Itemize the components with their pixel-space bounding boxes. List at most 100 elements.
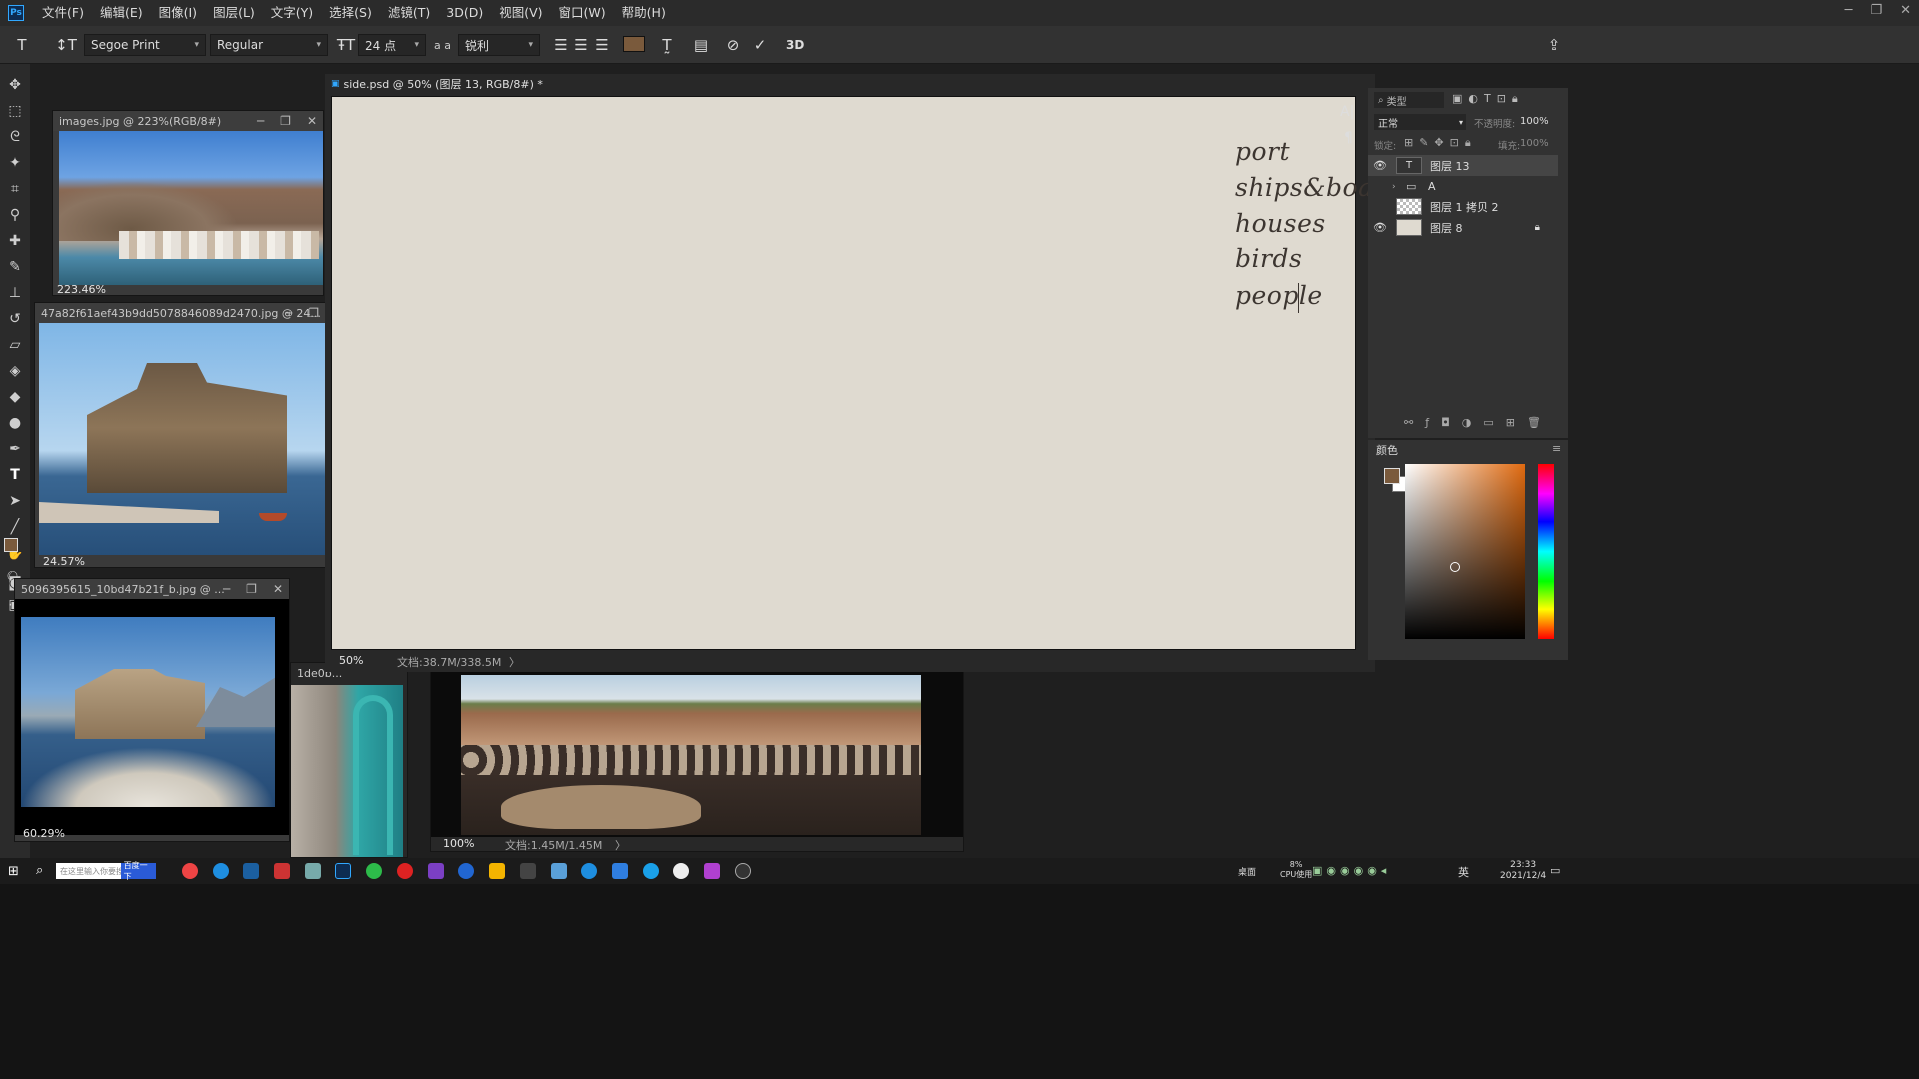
menu-view[interactable]: 视图(V)	[491, 0, 550, 26]
align-right-icon[interactable]: ☰	[592, 35, 612, 55]
font-size-select[interactable]: 24 点 ▾	[358, 34, 426, 56]
restore-icon[interactable]: ❐	[246, 579, 257, 599]
obs-icon[interactable]	[735, 863, 751, 879]
app-icon[interactable]	[704, 863, 720, 879]
foreground-color-swatch[interactable]	[4, 538, 18, 552]
desktop-label[interactable]: 桌面	[1238, 865, 1256, 878]
blur-tool-icon[interactable]: ◆	[0, 384, 30, 410]
color-picker-handle[interactable]	[1450, 562, 1460, 572]
qq-icon[interactable]	[643, 863, 659, 879]
canvas[interactable]: port ships&boats houses birds people	[331, 96, 1397, 650]
character-panel-icon[interactable]: ▤	[691, 35, 711, 55]
canvas-word-port[interactable]: port	[1235, 137, 1290, 166]
close-icon[interactable]: ✕	[307, 111, 317, 131]
lock-icons[interactable]: ⊞✎✥⊡🔒︎	[1404, 136, 1477, 150]
align-center-icon[interactable]: ☰	[571, 35, 591, 55]
foreground-color-swatch[interactable]	[1384, 468, 1400, 484]
minimize-icon[interactable]: ─	[257, 111, 264, 131]
search-input[interactable]: 在这里输入你要搜索的内容 百度一下	[56, 861, 156, 881]
menu-type[interactable]: 文字(Y)	[263, 0, 321, 26]
commit-edits-icon[interactable]: ✓	[750, 35, 770, 55]
edge-icon[interactable]	[213, 863, 229, 879]
move-tool-icon[interactable]: ✥	[0, 72, 30, 98]
menu-layer[interactable]: 图层(L)	[205, 0, 263, 26]
hue-slider[interactable]	[1538, 464, 1554, 639]
start-icon[interactable]: ⊞	[8, 864, 19, 879]
netease-music-icon[interactable]	[397, 863, 413, 879]
layer-row[interactable]: › ▭ A	[1368, 176, 1558, 197]
pen-tool-icon[interactable]: ✒	[0, 436, 30, 462]
eyedropper-tool-icon[interactable]: ⚲	[0, 202, 30, 228]
doc-info-chevron-icon[interactable]: 〉	[509, 654, 520, 670]
app-icon[interactable]	[305, 863, 321, 879]
app-icon[interactable]	[274, 863, 290, 879]
canvas-word-people[interactable]: people	[1235, 281, 1323, 310]
ime-language[interactable]: 英	[1458, 864, 1469, 880]
visual-studio-icon[interactable]	[428, 863, 444, 879]
layer-filter-select[interactable]: ⌕ 类型	[1374, 92, 1444, 108]
chrome-icon[interactable]	[182, 863, 198, 879]
doc-info-chevron-icon[interactable]: 〉	[615, 837, 626, 853]
restore-icon[interactable]: ❐	[308, 303, 319, 323]
minimize-icon[interactable]: ─	[1845, 0, 1853, 22]
healing-brush-tool-icon[interactable]: ✚	[0, 228, 30, 254]
menu-3d[interactable]: 3D(D)	[438, 0, 491, 26]
doc-tab[interactable]: ▣ side.psd @ 50% (图层 13, RGB/8#) *	[325, 74, 1375, 94]
marquee-tool-icon[interactable]: ⬚	[0, 98, 30, 124]
character-panel-toggle-icon[interactable]: A|	[1340, 104, 1354, 120]
history-brush-tool-icon[interactable]: ↺	[0, 306, 30, 332]
doc-window-castle2-jpg[interactable]: 5096395615_10bd47b21f_b.jpg @ ... ─ ❐ ✕ 60…	[14, 578, 290, 842]
menu-edit[interactable]: 编辑(E)	[92, 0, 151, 26]
paint-bucket-tool-icon[interactable]: ◈	[0, 358, 30, 384]
close-icon[interactable]: ✕	[1900, 0, 1911, 22]
text-color-swatch[interactable]	[623, 36, 645, 52]
photoshop-taskbar-icon[interactable]	[335, 863, 351, 879]
cancel-edits-icon[interactable]: ⊘	[723, 35, 743, 55]
tray-icons[interactable]: ▣◉◉◉◉◂	[1312, 864, 1390, 877]
doc-window-images-jpg[interactable]: images.jpg @ 223%(RGB/8#) ─ ❐ ✕ 223.46%	[52, 110, 324, 296]
panel-menu-icon[interactable]: ≡	[1552, 442, 1561, 455]
minimize-icon[interactable]: ─	[223, 579, 230, 599]
type-tool-icon[interactable]: T	[0, 462, 30, 488]
steam-icon[interactable]	[243, 863, 259, 879]
menu-window[interactable]: 窗口(W)	[551, 0, 614, 26]
visibility-eye-icon[interactable]: 👁︎	[1368, 159, 1392, 172]
app-icon[interactable]	[458, 863, 474, 879]
fill-value[interactable]: 100%	[1520, 138, 1549, 149]
type-tool-preset-icon[interactable]: T	[12, 35, 32, 55]
app-icon[interactable]	[551, 863, 567, 879]
visibility-eye-icon[interactable]: 👁︎	[1368, 221, 1392, 234]
doc-title[interactable]: 47a82f61aef43b9dd5078846089d2470.jpg @ 2…	[35, 303, 325, 323]
path-selection-tool-icon[interactable]: ➤	[0, 488, 30, 514]
app-icon[interactable]	[520, 863, 536, 879]
clock[interactable]: 23:33 2021/12/4	[1500, 860, 1546, 882]
canvas-word-birds[interactable]: birds	[1235, 244, 1302, 273]
restore-icon[interactable]: ❐	[280, 111, 291, 131]
line-tool-icon[interactable]: ╱	[0, 514, 30, 540]
doc-window-castle-jpg[interactable]: 47a82f61aef43b9dd5078846089d2470.jpg @ 2…	[34, 302, 326, 568]
paragraph-panel-toggle-icon[interactable]: ¶	[1344, 130, 1353, 146]
layer-row[interactable]: 图层 1 拷贝 2	[1368, 196, 1558, 217]
layer-row[interactable]: 👁︎ 图层 8 🔒︎	[1368, 217, 1558, 238]
canvas-word-houses[interactable]: houses	[1235, 209, 1326, 238]
color-field[interactable]	[1405, 464, 1525, 639]
doc-title[interactable]: 5096395615_10bd47b21f_b.jpg @ ... ─ ❐ ✕	[15, 579, 289, 599]
antialias-select[interactable]: 锐利 ▾	[458, 34, 540, 56]
align-left-icon[interactable]: ☰	[551, 35, 571, 55]
layer-filter-icons[interactable]: ▣◐T⊡🔒︎	[1452, 92, 1524, 106]
zoom-level[interactable]: 50%	[339, 654, 363, 667]
app-icon[interactable]	[673, 863, 689, 879]
baidu-search-button[interactable]: 百度一下	[120, 861, 156, 881]
doc-title[interactable]: images.jpg @ 223%(RGB/8#) ─ ❐ ✕	[53, 111, 323, 131]
minimize-icon[interactable]: ─	[285, 303, 292, 323]
menu-help[interactable]: 帮助(H)	[614, 0, 674, 26]
app-icon[interactable]	[489, 863, 505, 879]
restore-icon[interactable]: ❐	[1870, 0, 1882, 22]
wechat-icon[interactable]	[366, 863, 382, 879]
lasso-tool-icon[interactable]: ᘓ	[0, 124, 30, 150]
brush-tool-icon[interactable]: ✎	[0, 254, 30, 280]
doc-window-side-psd[interactable]: ▣ side.psd @ 50% (图层 13, RGB/8#) * port …	[325, 74, 1397, 672]
stamp-tool-icon[interactable]: ⊥	[0, 280, 30, 306]
ie-icon[interactable]	[581, 863, 597, 879]
font-style-select[interactable]: Regular ▾	[210, 34, 328, 56]
